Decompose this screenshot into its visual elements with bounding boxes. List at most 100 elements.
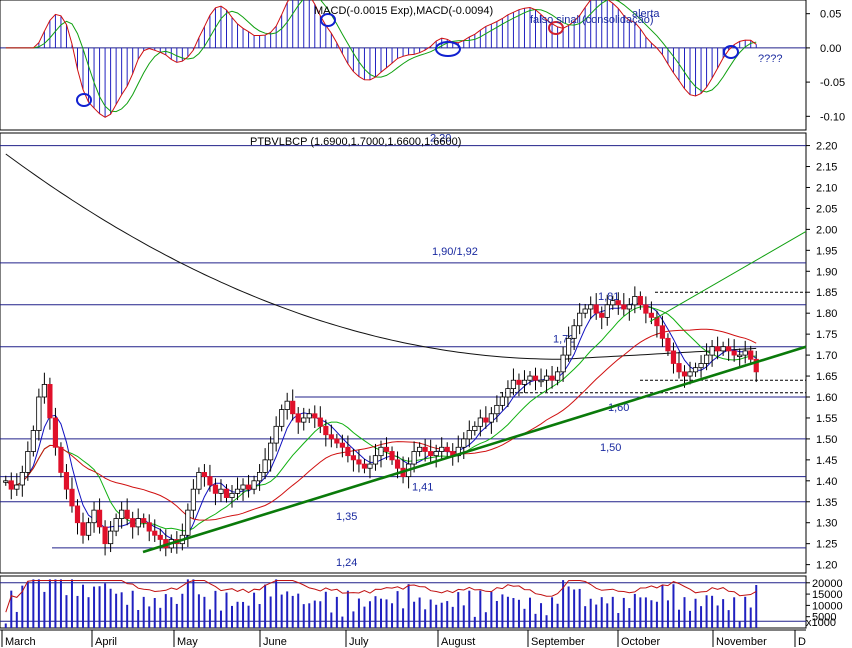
candle-body bbox=[361, 463, 368, 469]
price-tick-label: 1.50 bbox=[816, 434, 837, 446]
candle-body bbox=[218, 488, 224, 494]
candle-body bbox=[135, 518, 141, 528]
candle-body bbox=[593, 304, 599, 314]
candle-body bbox=[350, 455, 357, 461]
candle-body bbox=[334, 438, 340, 444]
candle-body bbox=[527, 375, 533, 381]
candle-body bbox=[273, 425, 279, 444]
candle-body bbox=[665, 337, 671, 352]
macd-tick-label: -0.05 bbox=[820, 77, 845, 89]
candle-body bbox=[152, 530, 158, 536]
candle-body bbox=[549, 375, 555, 381]
candle-body bbox=[394, 459, 401, 469]
candle-body bbox=[577, 312, 583, 327]
month-label: May bbox=[177, 636, 198, 648]
price-tick-label: 1.75 bbox=[816, 329, 837, 341]
price-tick-label: 1.65 bbox=[816, 371, 837, 383]
candle-body bbox=[571, 325, 577, 339]
candle-body bbox=[742, 350, 748, 356]
candle-body bbox=[383, 446, 390, 452]
candle-body bbox=[212, 484, 219, 494]
candle-body bbox=[30, 430, 36, 452]
alert-annotation: alerta bbox=[632, 8, 660, 20]
candle-body bbox=[234, 488, 241, 494]
month-label: November bbox=[716, 636, 767, 648]
price-tick-label: 1.40 bbox=[816, 476, 837, 488]
candle-body bbox=[119, 509, 125, 519]
candle-body bbox=[731, 350, 737, 356]
question-annotation: ???? bbox=[758, 53, 782, 65]
price-tick-label: 1.95 bbox=[816, 245, 837, 257]
candle-body bbox=[74, 505, 81, 524]
candle-body bbox=[356, 459, 362, 465]
month-label: August bbox=[441, 636, 475, 648]
candle-body bbox=[19, 472, 25, 486]
candle-body bbox=[483, 417, 489, 423]
candle-body bbox=[477, 417, 483, 427]
candle-body bbox=[626, 304, 632, 310]
candle-body bbox=[499, 396, 506, 406]
candle-body bbox=[632, 296, 638, 306]
candle-body bbox=[543, 375, 550, 381]
candle-body bbox=[345, 446, 351, 457]
candle-body bbox=[422, 446, 428, 452]
candle-body bbox=[472, 425, 478, 431]
candle-body bbox=[604, 304, 610, 318]
candle-body bbox=[687, 371, 693, 377]
macd-tick-label: -0.10 bbox=[820, 111, 845, 123]
candle-body bbox=[69, 488, 75, 507]
candle-body bbox=[637, 296, 643, 306]
price-tick-label: 1.30 bbox=[816, 518, 837, 530]
candle-body bbox=[85, 522, 92, 536]
support-label: 1,50 bbox=[600, 442, 621, 454]
candle-body bbox=[615, 300, 621, 306]
candle-body bbox=[720, 346, 726, 352]
candle-body bbox=[284, 400, 290, 410]
candle-body bbox=[411, 451, 417, 465]
candle-body bbox=[223, 488, 230, 498]
candle-body bbox=[692, 367, 699, 373]
candle-body bbox=[36, 396, 42, 431]
candle-body bbox=[312, 413, 318, 419]
candle-body bbox=[588, 304, 594, 310]
candle-body bbox=[52, 417, 59, 448]
price-tick-label: 1.35 bbox=[816, 497, 837, 509]
candle-body bbox=[494, 404, 500, 415]
candle-body bbox=[532, 375, 539, 381]
candle-body bbox=[41, 384, 47, 398]
candle-body bbox=[262, 459, 268, 473]
candle-body bbox=[461, 438, 467, 448]
support-label: 1,24 bbox=[336, 557, 357, 569]
macd-title: MACD(-0.0015 Exp),MACD(-0.0094) bbox=[314, 5, 493, 17]
candle-body bbox=[389, 451, 395, 461]
price-tick-label: 1.25 bbox=[816, 539, 837, 551]
candle-body bbox=[47, 384, 53, 419]
candle-body bbox=[96, 509, 103, 528]
candle-body bbox=[444, 446, 450, 452]
candle-body bbox=[8, 480, 14, 490]
candle-body bbox=[146, 522, 152, 532]
candle-body bbox=[703, 354, 710, 364]
candle-body bbox=[505, 388, 511, 398]
month-label: June bbox=[263, 636, 287, 648]
candle-body bbox=[306, 413, 312, 419]
candle-body bbox=[560, 354, 566, 373]
month-label: October bbox=[621, 636, 660, 648]
price-tick-label: 2.10 bbox=[816, 182, 837, 194]
month-label: D bbox=[798, 636, 806, 648]
price-tick-label: 1.60 bbox=[816, 392, 837, 404]
candle-body bbox=[58, 446, 64, 473]
price-tick-label: 2.00 bbox=[816, 224, 837, 236]
candle-body bbox=[251, 480, 257, 490]
month-label: July bbox=[349, 636, 369, 648]
price-title: PTBVLBCP (1.6900,1.7000,1.6600,1.6600) bbox=[250, 136, 461, 148]
candle-body bbox=[339, 442, 345, 448]
candle-body bbox=[290, 400, 296, 415]
candle-body bbox=[157, 534, 163, 540]
candle-body bbox=[521, 379, 528, 385]
candle-body bbox=[256, 472, 263, 482]
candle-body bbox=[185, 509, 191, 536]
candle-body bbox=[63, 472, 70, 490]
volume-tick-label: 20000 bbox=[812, 578, 843, 590]
price-tick-label: 1.20 bbox=[816, 560, 837, 572]
